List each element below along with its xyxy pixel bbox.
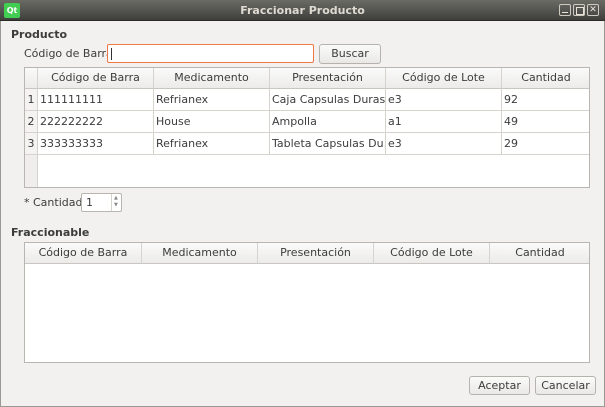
table-cell-medicamento[interactable]: House — [154, 111, 270, 133]
row-number[interactable]: 3 — [25, 133, 38, 155]
search-button[interactable]: Buscar — [319, 44, 381, 64]
table-cell-cantidad[interactable]: 92 — [502, 89, 589, 111]
table-cell-codigo[interactable]: 333333333 — [38, 133, 154, 155]
spin-arrows[interactable]: ▲ ▼ — [111, 194, 121, 211]
column-header-medicamento[interactable]: Medicamento — [154, 68, 270, 89]
table-cell-lote[interactable]: e3 — [386, 89, 502, 111]
chevron-down-icon[interactable]: ▼ — [114, 203, 119, 208]
text-caret — [111, 48, 112, 60]
chevron-up-icon[interactable]: ▲ — [114, 196, 119, 201]
window-title: Fraccionar Producto — [240, 4, 365, 17]
producto-section-title: Producto — [11, 28, 68, 41]
column-header-medicamento[interactable]: Medicamento — [142, 243, 258, 264]
cantidad-label: * Cantidad — [24, 196, 83, 209]
table-cell-medicamento[interactable]: Refrianex — [154, 133, 270, 155]
barcode-label: Código de Barra — [24, 47, 113, 60]
table-cell-presentacion[interactable]: Ampolla — [270, 111, 386, 133]
column-header-presentacion[interactable]: Presentación — [270, 68, 386, 89]
producto-table[interactable]: Código de Barra Medicamento Presentación… — [24, 67, 590, 188]
fraccionable-section-title: Fraccionable — [11, 226, 90, 239]
column-header-codigo[interactable]: Código de Barra — [25, 243, 142, 264]
table-cell-codigo[interactable]: 111111111 — [38, 89, 154, 111]
close-icon[interactable]: ✕ — [587, 4, 599, 16]
column-header-codigo[interactable]: Código de Barra — [38, 68, 154, 89]
column-header-cantidad[interactable]: Cantidad — [490, 243, 589, 264]
maximize-icon[interactable] — [573, 4, 585, 16]
cancel-button[interactable]: Cancelar — [535, 376, 596, 395]
table-cell-cantidad[interactable]: 49 — [502, 111, 589, 133]
cantidad-spinbox[interactable]: 1 ▲ ▼ — [81, 193, 122, 212]
fraccionable-table[interactable]: Código de Barra Medicamento Presentación… — [24, 242, 590, 363]
barcode-input[interactable] — [107, 44, 314, 63]
cantidad-value: 1 — [86, 196, 93, 209]
table-cell-lote[interactable]: e3 — [386, 133, 502, 155]
title-bar[interactable]: Qt Fraccionar Producto ✕ — [0, 0, 605, 21]
column-header-lote[interactable]: Código de Lote — [374, 243, 490, 264]
table-corner — [25, 68, 38, 89]
minimize-icon[interactable] — [559, 4, 571, 16]
row-number[interactable]: 1 — [25, 89, 38, 111]
accept-button[interactable]: Aceptar — [469, 376, 530, 395]
column-header-cantidad[interactable]: Cantidad — [502, 68, 589, 89]
table-cell-medicamento[interactable]: Refrianex — [154, 89, 270, 111]
column-header-presentacion[interactable]: Presentación — [258, 243, 374, 264]
table-cell-lote[interactable]: a1 — [386, 111, 502, 133]
row-number[interactable]: 2 — [25, 111, 38, 133]
table-cell-presentacion[interactable]: Caja Capsulas Duras — [270, 89, 386, 111]
column-header-lote[interactable]: Código de Lote — [386, 68, 502, 89]
table-cell-codigo[interactable]: 222222222 — [38, 111, 154, 133]
table-cell-cantidad[interactable]: 29 — [502, 133, 589, 155]
table-cell-presentacion[interactable]: Tableta Capsulas Du… — [270, 133, 386, 155]
